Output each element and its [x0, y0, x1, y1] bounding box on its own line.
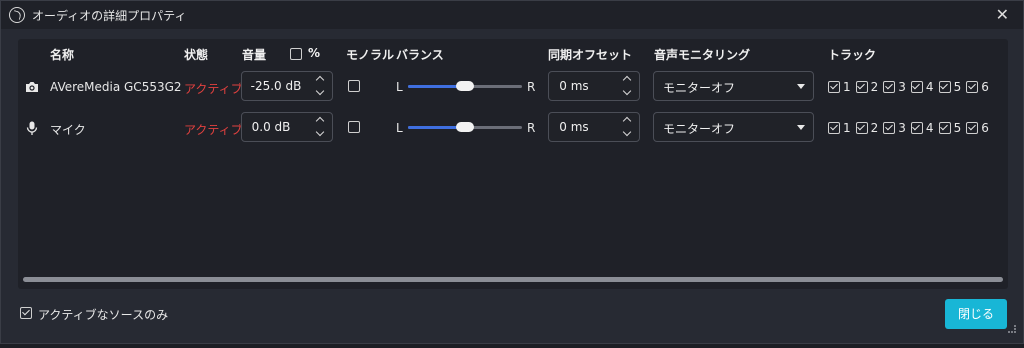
- header-volume: 音量: [242, 48, 267, 62]
- obs-logo-icon: [9, 7, 25, 23]
- balance-right-label: R: [527, 80, 536, 94]
- track-checkbox[interactable]: [966, 81, 979, 93]
- sync-offset-value: 0 ms: [559, 120, 589, 134]
- source-name: AVereMedia GC553G2: [50, 80, 182, 94]
- title-bar: オーディオの詳細プロパティ ✕: [1, 1, 1023, 29]
- monitoring-value: モニターオフ: [663, 122, 736, 136]
- header-sync-offset: 同期オフセット: [548, 48, 633, 62]
- track-label: 2: [870, 121, 879, 135]
- track-checkbox[interactable]: [910, 122, 923, 134]
- balance-left-label: L: [396, 121, 403, 135]
- track-checkbox[interactable]: [855, 122, 868, 134]
- header-percent: %: [308, 46, 321, 60]
- track-checkbox[interactable]: [883, 122, 896, 134]
- balance-right-label: R: [527, 121, 536, 135]
- mono-checkbox[interactable]: [348, 121, 360, 133]
- header-balance: バランス: [396, 48, 444, 62]
- chevron-down-icon[interactable]: [621, 86, 633, 98]
- chevron-up-icon[interactable]: [621, 74, 633, 86]
- sync-offset-value: 0 ms: [559, 79, 589, 93]
- balance-slider-handle[interactable]: [456, 122, 474, 132]
- volume-value: -25.0 dB: [250, 79, 302, 93]
- chevron-down-icon[interactable]: [314, 86, 326, 98]
- header-status: 状態: [184, 48, 209, 62]
- track-label: 6: [981, 80, 989, 94]
- active-sources-only-label: アクティブなソースのみ: [38, 308, 169, 322]
- monitoring-value: モニターオフ: [663, 81, 736, 95]
- track-checkboxes: 1 2 3 4 5 6: [828, 121, 994, 135]
- header-monitoring: 音声モニタリング: [654, 48, 751, 62]
- active-sources-only-checkbox[interactable]: [20, 307, 32, 319]
- chevron-down-icon[interactable]: [314, 127, 326, 139]
- track-label: 4: [925, 80, 934, 94]
- audio-properties-window: オーディオの詳細プロパティ ✕ 名称 状態 音量 % モノラル バランス 同期オ…: [0, 0, 1024, 344]
- track-checkbox[interactable]: [938, 122, 951, 134]
- track-label: 5: [953, 121, 962, 135]
- track-label: 3: [898, 121, 906, 135]
- balance-left-label: L: [396, 80, 403, 94]
- close-button[interactable]: 閉じる: [945, 299, 1007, 329]
- track-label: 5: [953, 80, 962, 94]
- header-tracks: トラック: [828, 48, 877, 62]
- sync-offset-stepper[interactable]: 0 ms: [548, 71, 640, 101]
- sync-offset-stepper[interactable]: 0 ms: [548, 112, 640, 142]
- chevron-down-icon[interactable]: [621, 127, 633, 139]
- window-title: オーディオの詳細プロパティ: [32, 9, 187, 23]
- volume-stepper[interactable]: -25.0 dB: [241, 71, 333, 101]
- track-checkbox[interactable]: [828, 122, 840, 134]
- source-name: マイク: [50, 123, 86, 137]
- chevron-up-icon[interactable]: [314, 115, 326, 127]
- monitoring-select[interactable]: モニターオフ: [653, 71, 814, 101]
- chevron-up-icon[interactable]: [314, 74, 326, 86]
- chevron-up-icon[interactable]: [621, 115, 633, 127]
- volume-value: 0.0 dB: [251, 120, 291, 134]
- horizontal-scrollbar[interactable]: [23, 277, 1003, 282]
- track-label: 1: [843, 80, 851, 94]
- track-checkbox[interactable]: [938, 81, 951, 93]
- header-mono: モノラル: [346, 48, 395, 62]
- audio-sources-table: 名称 状態 音量 % モノラル バランス 同期オフセット 音声モニタリング トラ…: [18, 39, 1008, 289]
- status-badge: アクティブ: [184, 82, 243, 96]
- track-checkbox[interactable]: [966, 122, 979, 134]
- track-checkbox[interactable]: [855, 81, 868, 93]
- camera-icon: [24, 79, 40, 95]
- track-label: 4: [925, 121, 934, 135]
- percent-checkbox[interactable]: [290, 48, 302, 60]
- dropdown-arrow-icon: [797, 125, 805, 130]
- track-checkbox[interactable]: [883, 81, 896, 93]
- resize-grip-icon[interactable]: [1008, 325, 1016, 333]
- track-label: 2: [870, 80, 879, 94]
- balance-slider[interactable]: [408, 122, 522, 132]
- track-label: 3: [898, 80, 906, 94]
- balance-slider[interactable]: [408, 81, 522, 91]
- header-name: 名称: [50, 48, 75, 62]
- track-checkboxes: 1 2 3 4 5 6: [828, 80, 994, 94]
- balance-slider-handle[interactable]: [456, 81, 474, 91]
- track-label: 1: [843, 121, 851, 135]
- monitoring-select[interactable]: モニターオフ: [653, 112, 814, 142]
- volume-stepper[interactable]: 0.0 dB: [241, 112, 333, 142]
- microphone-icon: [24, 120, 40, 136]
- track-checkbox[interactable]: [910, 81, 923, 93]
- dropdown-arrow-icon: [797, 84, 805, 89]
- track-label: 6: [981, 121, 989, 135]
- close-icon[interactable]: ✕: [996, 5, 1009, 24]
- mono-checkbox[interactable]: [348, 80, 360, 92]
- track-checkbox[interactable]: [828, 81, 840, 93]
